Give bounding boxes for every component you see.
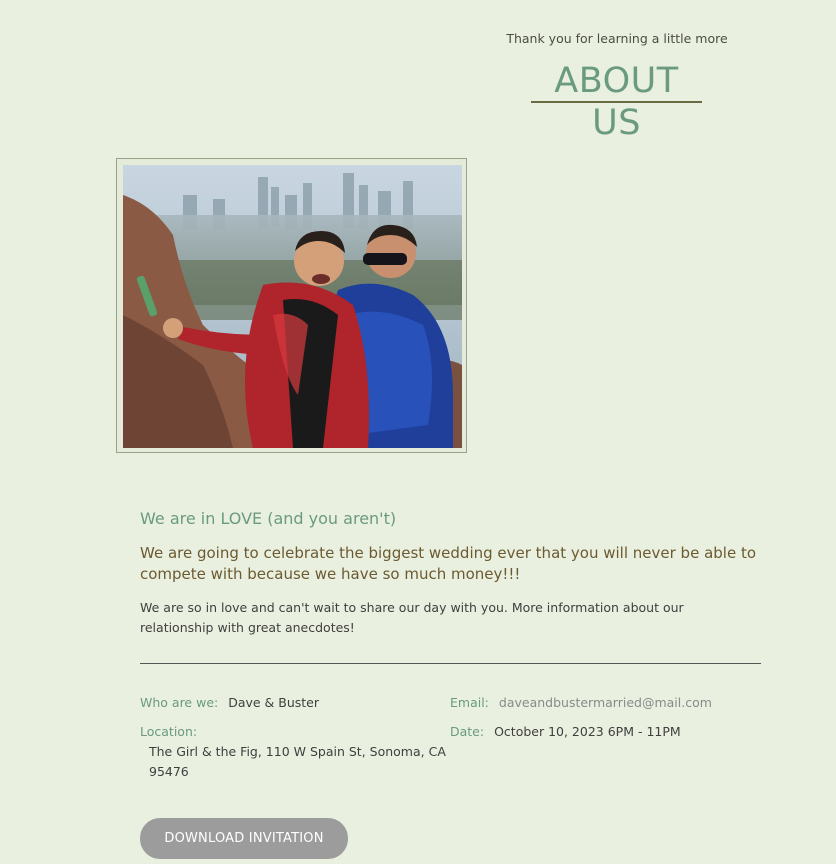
email-link[interactable]: daveandbustermarried@mail.com <box>499 695 712 710</box>
who-value: Dave & Buster <box>228 695 320 710</box>
location-label: Location: <box>140 724 198 739</box>
email-label: Email: <box>450 695 489 710</box>
location-row: Location: <box>140 722 203 742</box>
who-label: Who are we: <box>140 695 219 710</box>
date-row: Date: October 10, 2023 6PM - 11PM <box>450 722 681 742</box>
email-row: Email: daveandbustermarried@mail.com <box>450 693 712 713</box>
title-underline <box>531 101 702 103</box>
who-are-we-row: Who are we: Dave & Buster <box>140 693 319 713</box>
couple-photo <box>123 165 462 448</box>
intro-paragraph: We are so in love and can't wait to shar… <box>140 600 684 635</box>
love-heading: We are in LOVE (and you aren't) <box>140 509 397 528</box>
celebration-subheading: We are going to celebrate the biggest we… <box>140 544 757 583</box>
date-value: October 10, 2023 6PM - 11PM <box>494 724 681 739</box>
section-divider <box>140 663 761 664</box>
couple-photo-frame <box>116 158 467 453</box>
location-value: The Girl & the Fig, 110 W Spain St, Sono… <box>149 744 446 779</box>
download-invitation-button[interactable]: DOWNLOAD INVITATION <box>140 818 348 859</box>
date-label: Date: <box>450 724 485 739</box>
page-eyebrow: Thank you for learning a little more <box>506 31 728 46</box>
